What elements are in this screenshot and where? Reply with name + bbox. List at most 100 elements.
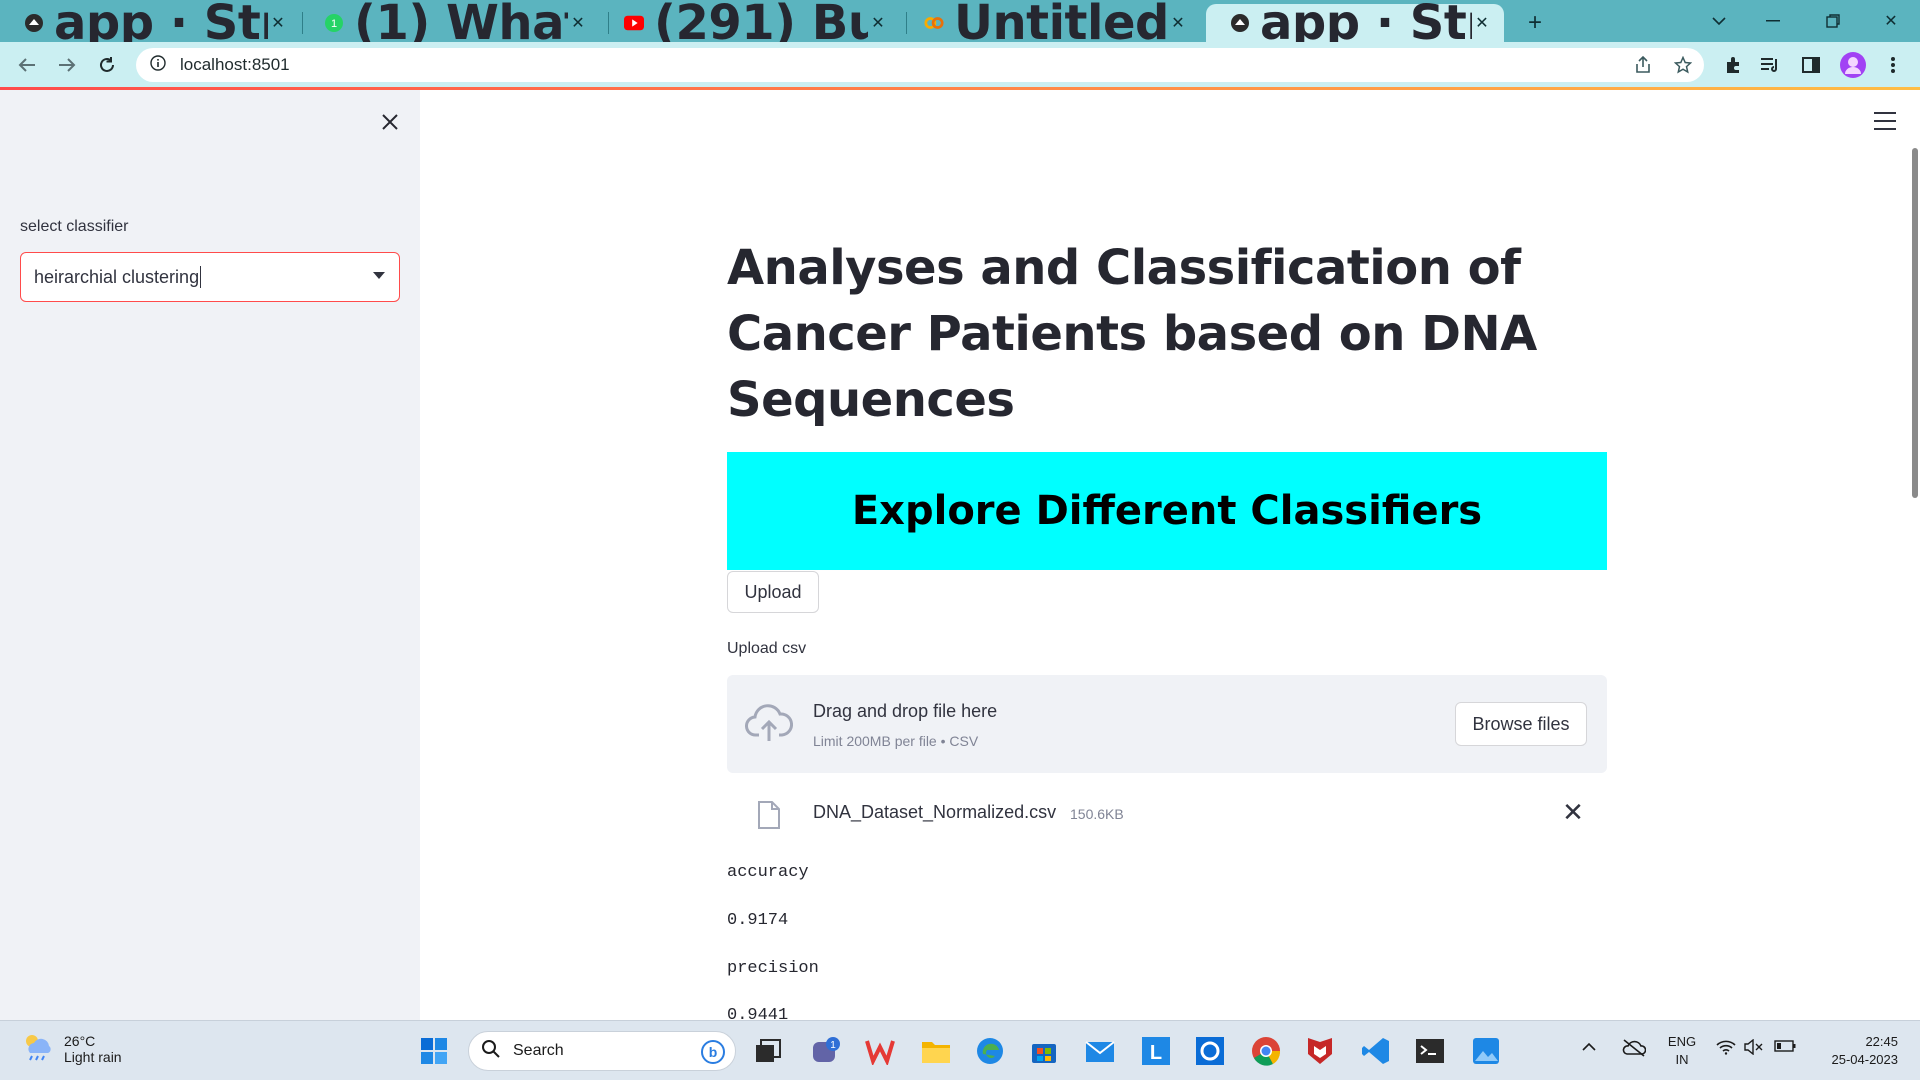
tab-streamlit-active[interactable]: app · Streamlit ✕ [1206, 0, 1504, 51]
restore-icon[interactable] [1818, 6, 1848, 36]
terminal-icon[interactable] [1412, 1033, 1448, 1069]
colab-icon [924, 13, 944, 33]
profile-avatar-icon[interactable] [1838, 50, 1868, 80]
accuracy-value: 0.9174 [727, 911, 789, 930]
windows-start-icon[interactable] [416, 1033, 452, 1069]
tab-streamlit-1[interactable]: app · Streamlit ✕ [0, 0, 300, 51]
microsoft-store-icon[interactable] [1026, 1033, 1062, 1069]
extensions-icon[interactable] [1718, 50, 1748, 80]
sidebar-close-icon[interactable] [378, 110, 402, 134]
close-icon[interactable]: ✕ [268, 13, 288, 33]
close-icon[interactable]: ✕ [1472, 13, 1492, 33]
cloud-upload-icon [745, 703, 794, 745]
onedrive-offline-icon[interactable] [1622, 1039, 1647, 1060]
tab-colab[interactable]: Untitled13.ipynb - Colaboratory ✕ [900, 0, 1200, 51]
streamlit-icon [1230, 13, 1250, 33]
sidebar: select classifier heirarchial clustering [0, 90, 420, 1020]
streamlit-icon [24, 13, 44, 33]
mcafee-icon[interactable] [1302, 1033, 1338, 1069]
svg-text:b: b [709, 1044, 718, 1060]
volume-muted-icon[interactable] [1744, 1038, 1764, 1058]
browse-files-button[interactable]: Browse files [1455, 702, 1587, 746]
taskbar: 26°C Light rain Search b 1 L ENG IN 22:4… [0, 1020, 1920, 1080]
clock-time: 22:45 [1865, 1034, 1898, 1049]
file-uploader-label: Upload csv [727, 640, 807, 657]
back-arrow-icon[interactable] [12, 50, 42, 80]
l-app-icon[interactable]: L [1138, 1033, 1174, 1069]
search-placeholder: Search [513, 1042, 564, 1059]
browser-toolbar: localhost:8501 [0, 42, 1920, 88]
bookmark-star-icon[interactable] [1668, 50, 1698, 80]
new-tab-button[interactable]: + [1520, 8, 1550, 38]
cortana-app-icon[interactable] [1192, 1033, 1228, 1069]
main-content: Analyses and Classification of Cancer Pa… [420, 90, 1920, 1020]
youtube-icon [624, 13, 644, 33]
tab-youtube[interactable]: (291) Build A Beautiful Machine L ✕ [600, 0, 900, 51]
file-icon [757, 800, 781, 830]
url-text: localhost:8501 [180, 55, 290, 74]
task-view-icon[interactable] [750, 1033, 786, 1069]
reload-icon[interactable] [92, 50, 122, 80]
hamburger-menu-icon[interactable] [1874, 112, 1896, 130]
edge-icon[interactable] [972, 1033, 1008, 1069]
window-close-icon[interactable]: ✕ [1876, 6, 1906, 36]
system-clock[interactable]: 22:45 25-04-2023 [1806, 1033, 1899, 1069]
mail-icon[interactable] [1082, 1033, 1118, 1069]
wps-office-icon[interactable] [862, 1033, 898, 1069]
teams-icon[interactable]: 1 [808, 1033, 844, 1069]
accuracy-label: accuracy [727, 863, 809, 882]
banner: Explore Different Classifiers [727, 452, 1607, 570]
precision-value: 0.9441 [727, 1006, 789, 1020]
language-indicator[interactable]: ENG IN [1664, 1033, 1700, 1069]
scrollbar[interactable] [1912, 148, 1918, 498]
teams-badge: 1 [830, 1040, 836, 1051]
forward-arrow-icon[interactable] [52, 50, 82, 80]
classifier-select[interactable]: heirarchial clustering [20, 252, 400, 302]
tab-whatsapp[interactable]: 1 (1) WhatsApp ✕ [300, 0, 600, 51]
vscode-icon[interactable] [1358, 1033, 1394, 1069]
language-code: ENG [1667, 1034, 1697, 1049]
minimize-icon[interactable] [1758, 6, 1788, 36]
language-region: IN [1675, 1052, 1689, 1067]
text-caret [200, 266, 202, 288]
bing-icon[interactable]: b [701, 1040, 725, 1069]
close-icon[interactable]: ✕ [868, 13, 888, 33]
weather-widget[interactable]: 26°C Light rain [20, 1031, 122, 1066]
browser-tabstrip: app · Streamlit ✕ 1 (1) WhatsApp ✕ (291)… [0, 0, 1920, 51]
dropzone-limit: Limit 200MB per file • CSV [813, 733, 979, 749]
share-icon[interactable] [1628, 50, 1658, 80]
show-hidden-icons-chevron-icon[interactable] [1582, 1039, 1596, 1055]
close-icon[interactable]: ✕ [1168, 13, 1188, 33]
site-info-icon[interactable] [150, 54, 166, 76]
dropzone-instructions: Drag and drop file here [813, 701, 998, 721]
uploaded-file-name: DNA_Dataset_Normalized.csv [813, 802, 1057, 822]
side-panel-icon[interactable] [1796, 50, 1826, 80]
close-icon[interactable]: ✕ [568, 13, 588, 33]
file-dropzone[interactable]: Drag and drop file here Limit 200MB per … [727, 675, 1607, 773]
chrome-icon[interactable] [1248, 1033, 1284, 1069]
upload-button[interactable]: Upload [727, 571, 819, 613]
battery-icon[interactable] [1774, 1039, 1796, 1055]
tab-search-chevron-icon[interactable] [1704, 6, 1734, 36]
precision-label: precision [727, 959, 819, 978]
uploaded-file-size: 150.6KB [1070, 806, 1124, 822]
photos-icon[interactable] [1468, 1033, 1504, 1069]
uploaded-file-row: DNA_Dataset_Normalized.csv 150.6KB ✕ [727, 790, 1607, 838]
clock-date: 25-04-2023 [1831, 1052, 1899, 1067]
svg-text:L: L [1150, 1042, 1162, 1064]
search-icon [481, 1039, 501, 1064]
classifier-select-label: select classifier [20, 218, 129, 235]
whatsapp-icon: 1 [324, 13, 344, 33]
weather-temp: 26°C [64, 1032, 96, 1049]
weather-rain-icon [20, 1031, 54, 1066]
svg-text:1: 1 [331, 18, 337, 30]
remove-file-icon[interactable]: ✕ [1561, 799, 1585, 825]
browser-menu-icon[interactable] [1878, 50, 1908, 80]
media-queue-icon[interactable] [1756, 50, 1786, 80]
wifi-icon[interactable] [1716, 1039, 1736, 1058]
taskbar-search[interactable]: Search b [468, 1031, 736, 1071]
address-bar[interactable]: localhost:8501 [136, 48, 1704, 82]
weather-condition: Light rain [64, 1048, 122, 1065]
chevron-down-icon[interactable] [373, 272, 385, 279]
file-explorer-icon[interactable] [918, 1033, 954, 1069]
